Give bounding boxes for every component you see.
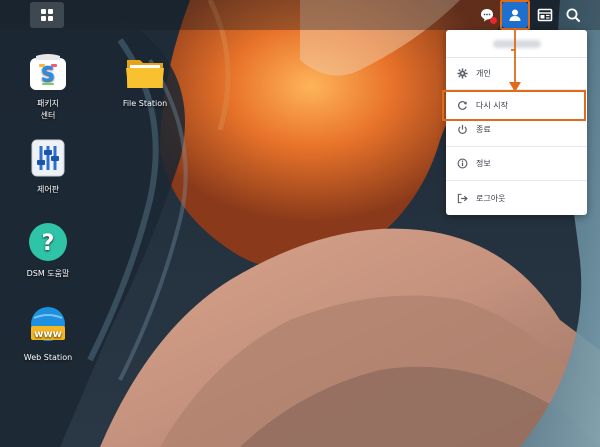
search-icon — [565, 7, 581, 23]
menu-item-label: 로그아웃 — [476, 193, 506, 203]
desktop-icon-control-panel[interactable]: 제어판 — [13, 136, 83, 196]
desktop-icon-label: 제어판 — [36, 185, 60, 194]
desktop-icon-dsm-help[interactable]: ? DSM 도움말 — [13, 220, 83, 280]
info-icon — [457, 158, 468, 169]
web-station-icon: www — [26, 304, 70, 348]
help-icon: ? — [26, 220, 70, 264]
logout-icon — [457, 193, 468, 204]
desktop-icon-web-station[interactable]: www Web Station — [13, 304, 83, 364]
control-panel-icon — [26, 136, 70, 180]
menu-item-label: 종료 — [476, 124, 491, 134]
desktop-icon-label: 패키지 센터 — [36, 99, 60, 120]
menu-divider — [446, 180, 587, 181]
desktop-icon-label: DSM 도움말 — [26, 269, 70, 278]
desktop-icon-file-station[interactable]: File Station — [110, 50, 180, 110]
menu-item-info[interactable]: 정보 — [446, 150, 587, 176]
desktop-icon-package-center[interactable]: S 패키지 센터 — [13, 50, 83, 122]
notification-button[interactable] — [474, 2, 500, 28]
annotation-arrow — [505, 26, 525, 96]
menu-item-label: 정보 — [476, 158, 491, 168]
menu-divider — [446, 146, 587, 147]
package-center-icon: S — [26, 50, 70, 94]
desktop-icon-label: Web Station — [23, 353, 73, 362]
desktop-icon-label: File Station — [122, 99, 168, 108]
menu-item-label: 개인 — [476, 68, 491, 78]
notification-badge — [490, 17, 497, 24]
widgets-button[interactable] — [532, 2, 558, 28]
grid-icon — [40, 8, 54, 22]
svg-text:?: ? — [42, 231, 55, 256]
menu-item-logout[interactable]: 로그아웃 — [446, 185, 587, 211]
main-menu-button[interactable] — [30, 2, 64, 28]
gear-icon — [457, 67, 468, 79]
power-icon — [457, 124, 468, 135]
svg-text:www: www — [34, 329, 62, 340]
widgets-icon — [537, 7, 553, 23]
folder-icon — [123, 50, 167, 94]
search-button[interactable] — [560, 2, 586, 28]
